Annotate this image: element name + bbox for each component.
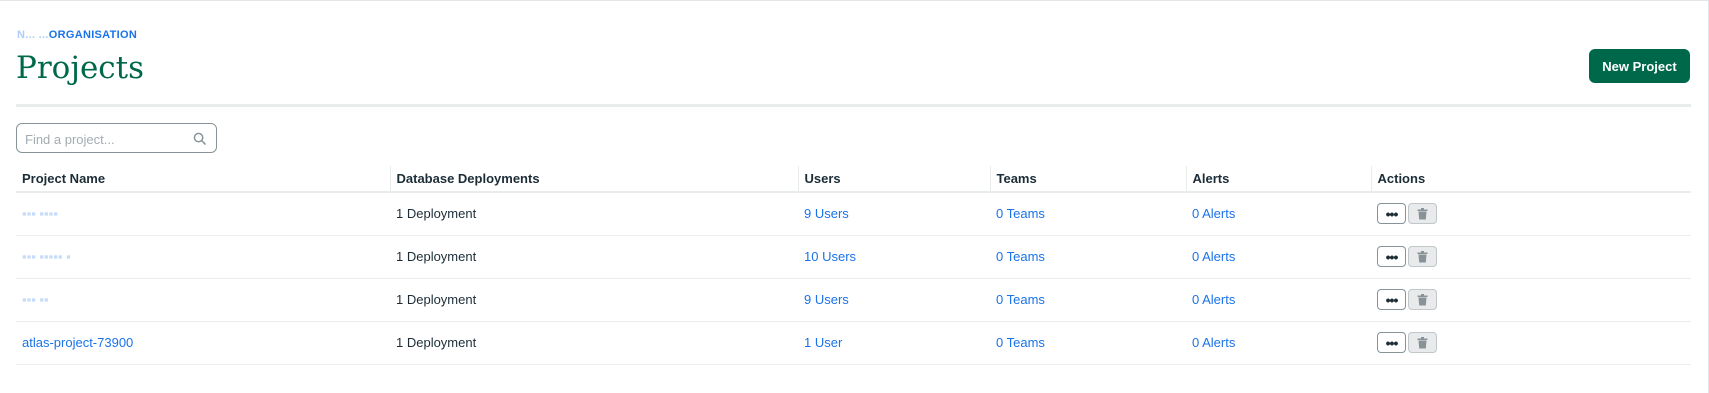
table-row: ▪▪▪ ▪▪ 1 Deployment 9 Users 0 Teams 0 Al…: [16, 278, 1691, 322]
users-cell: 9 Users: [798, 278, 990, 322]
alerts-cell: 0 Alerts: [1186, 321, 1371, 365]
header-teams[interactable]: Teams: [989, 166, 1186, 193]
page-title: Projects: [16, 50, 145, 86]
header-project-name[interactable]: Project Name: [16, 166, 390, 193]
users-cell: 10 Users: [798, 235, 990, 279]
deployments-cell: 1 Deployment: [390, 192, 798, 236]
teams-link[interactable]: 0 Teams: [996, 249, 1045, 264]
table-row: ▪▪▪ ▪▪▪▪ 1 Deployment 9 Users 0 Teams 0 …: [16, 192, 1691, 236]
alerts-link[interactable]: 0 Alerts: [1192, 249, 1235, 264]
search-input[interactable]: [25, 129, 190, 149]
header-users[interactable]: Users: [797, 166, 990, 193]
table-row: atlas-project-73900 1 Deployment 1 User …: [16, 321, 1691, 365]
users-link[interactable]: 9 Users: [804, 292, 849, 307]
breadcrumb-label[interactable]: ORGANISATION: [49, 29, 137, 41]
new-project-button[interactable]: New Project: [1589, 49, 1690, 83]
teams-cell: 0 Teams: [990, 321, 1186, 365]
header-database-deployments[interactable]: Database Deployments: [389, 166, 798, 193]
trash-icon: [1417, 336, 1428, 348]
header-divider: [16, 104, 1691, 107]
teams-link[interactable]: 0 Teams: [996, 335, 1045, 350]
users-cell: 1 User: [798, 321, 990, 365]
project-name-cell[interactable]: atlas-project-73900: [16, 321, 390, 365]
ellipsis-icon: •••: [1385, 291, 1399, 308]
deployments-cell: 1 Deployment: [390, 321, 798, 365]
header-actions: Actions: [1370, 166, 1691, 193]
actions-cell: •••: [1371, 192, 1691, 236]
delete-project-button[interactable]: [1408, 289, 1437, 310]
deployments-cell: 1 Deployment: [390, 235, 798, 279]
project-name-cell[interactable]: ▪▪▪ ▪▪▪▪: [16, 192, 390, 236]
project-name-link[interactable]: atlas-project-73900: [22, 335, 133, 350]
trash-icon: [1417, 293, 1428, 305]
teams-cell: 0 Teams: [990, 192, 1186, 236]
table-header-row: Project Name Database Deployments Users …: [16, 166, 1691, 193]
project-name-cell[interactable]: ▪▪▪ ▪▪: [16, 278, 390, 322]
teams-link[interactable]: 0 Teams: [996, 206, 1045, 221]
project-search[interactable]: [16, 123, 217, 153]
more-actions-button[interactable]: •••: [1377, 289, 1406, 310]
top-border: [0, 0, 1709, 3]
search-icon[interactable]: [193, 132, 206, 145]
ellipsis-icon: •••: [1385, 205, 1399, 222]
trash-icon: [1417, 207, 1428, 220]
breadcrumb[interactable]: N... ...ORGANISATION: [17, 29, 137, 41]
alerts-cell: 0 Alerts: [1186, 235, 1371, 279]
delete-project-button[interactable]: [1408, 332, 1437, 353]
alerts-link[interactable]: 0 Alerts: [1192, 206, 1235, 221]
projects-table: Project Name Database Deployments Users …: [16, 166, 1691, 365]
delete-project-button[interactable]: [1408, 246, 1437, 267]
project-name-cell[interactable]: ▪▪▪ ▪▪▪▪▪ ▪: [16, 235, 390, 279]
ellipsis-icon: •••: [1385, 248, 1399, 265]
users-link[interactable]: 9 Users: [804, 206, 849, 221]
users-link[interactable]: 1 User: [804, 335, 842, 350]
actions-cell: •••: [1371, 278, 1691, 322]
header-alerts[interactable]: Alerts: [1185, 166, 1371, 193]
breadcrumb-masked-text: N... ...: [17, 29, 49, 41]
alerts-link[interactable]: 0 Alerts: [1192, 335, 1235, 350]
delete-project-button[interactable]: [1408, 203, 1437, 225]
actions-cell: •••: [1371, 321, 1691, 365]
more-actions-button[interactable]: •••: [1377, 332, 1406, 353]
alerts-cell: 0 Alerts: [1186, 192, 1371, 236]
project-name-masked[interactable]: ▪▪▪ ▪▪: [22, 292, 49, 307]
table-row: ▪▪▪ ▪▪▪▪▪ ▪ 1 Deployment 10 Users 0 Team…: [16, 235, 1691, 279]
teams-cell: 0 Teams: [990, 278, 1186, 322]
project-name-masked[interactable]: ▪▪▪ ▪▪▪▪: [22, 206, 58, 221]
project-name-masked[interactable]: ▪▪▪ ▪▪▪▪▪ ▪: [22, 249, 71, 264]
users-link[interactable]: 10 Users: [804, 249, 856, 264]
more-actions-button[interactable]: •••: [1377, 246, 1406, 267]
teams-link[interactable]: 0 Teams: [996, 292, 1045, 307]
alerts-link[interactable]: 0 Alerts: [1192, 292, 1235, 307]
deployments-cell: 1 Deployment: [390, 278, 798, 322]
users-cell: 9 Users: [798, 192, 990, 236]
actions-cell: •••: [1371, 235, 1691, 279]
trash-icon: [1417, 250, 1428, 262]
ellipsis-icon: •••: [1385, 334, 1399, 351]
more-actions-button[interactable]: •••: [1377, 203, 1406, 225]
teams-cell: 0 Teams: [990, 235, 1186, 279]
alerts-cell: 0 Alerts: [1186, 278, 1371, 322]
